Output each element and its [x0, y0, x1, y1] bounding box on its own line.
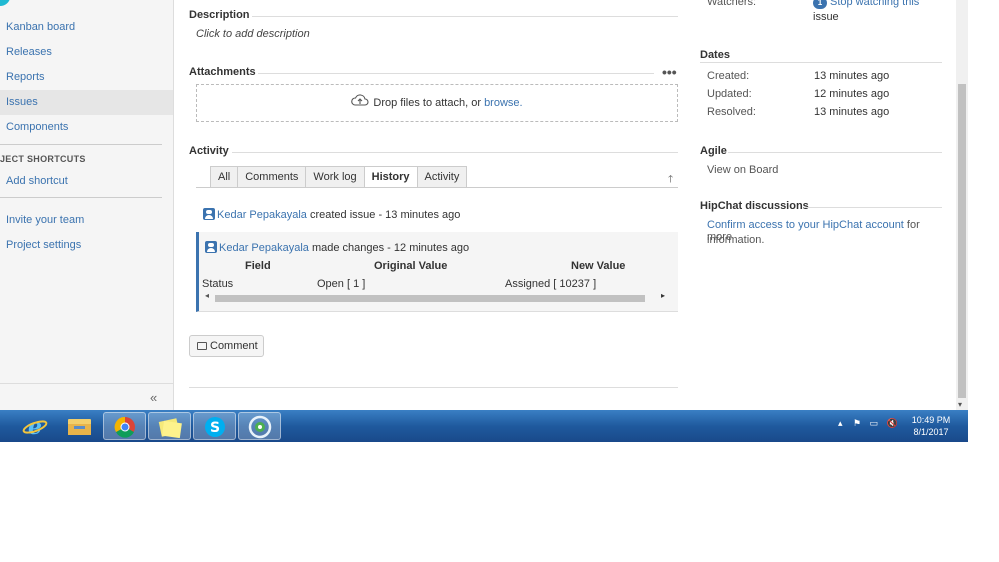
watchers-count-badge[interactable]: 1: [813, 0, 827, 9]
history-entry-header: Kedar Pepakayala made changes - 12 minut…: [205, 241, 469, 254]
system-tray: ▴ ⚑ ▭ 🔇: [838, 418, 898, 429]
scroll-left-icon[interactable]: ◂: [205, 291, 209, 300]
invite-team-link[interactable]: Invite your team: [0, 208, 173, 233]
watchers-label: Watchers:: [707, 0, 757, 8]
project-settings-link[interactable]: Project settings: [0, 233, 173, 258]
attachment-dropzone[interactable]: Drop files to attach, or browse.: [196, 84, 678, 122]
start-button[interactable]: [0, 412, 2, 440]
browse-link[interactable]: browse.: [484, 97, 523, 109]
horizontal-scrollbar[interactable]: ◂ ▸: [205, 291, 671, 304]
dates-heading: Dates: [700, 49, 730, 61]
user-link[interactable]: Kedar Pepakayala: [217, 209, 307, 221]
user-avatar-icon: [203, 208, 215, 220]
resolved-label: Resolved:: [707, 106, 756, 118]
tabs-baseline: [196, 187, 678, 188]
section-rule: [232, 152, 678, 153]
tab-comments[interactable]: Comments: [237, 166, 306, 188]
sidebar-item-components[interactable]: Components: [0, 115, 173, 140]
add-shortcut-link[interactable]: Add shortcut: [0, 169, 173, 194]
section-rule: [804, 207, 942, 208]
sidebar-item-reports[interactable]: Reports: [0, 65, 173, 90]
sidebar-item-kanban-board[interactable]: Kanban board: [0, 15, 173, 40]
windows-taskbar: e S ▴ ⚑ ▭ 🔇 10:49 PM 8/1/2017: [0, 410, 968, 442]
agile-heading: Agile: [700, 145, 727, 157]
activity-action-text: created issue - 13 minutes ago: [306, 209, 461, 221]
project-sidebar: Kanban board Releases Reports Issues Com…: [0, 0, 174, 410]
clock-date: 8/1/2017: [913, 427, 949, 437]
column-header-original-value: Original Value: [374, 260, 448, 272]
cloud-upload-icon: [351, 85, 369, 121]
tab-all[interactable]: All: [210, 166, 238, 188]
scroll-right-icon[interactable]: ▸: [661, 291, 665, 300]
chrome-icon[interactable]: [103, 412, 146, 440]
project-shortcuts-heading: JECT SHORTCUTS: [0, 154, 86, 164]
internet-explorer-icon[interactable]: e: [14, 412, 57, 440]
network-icon[interactable]: ▭: [870, 418, 879, 428]
dropzone-text: Drop files to attach, or: [373, 97, 485, 109]
network-app-icon[interactable]: [238, 412, 281, 440]
sidebar-divider: [0, 197, 162, 198]
sort-order-icon[interactable]: 🡑: [668, 172, 673, 189]
created-value: 13 minutes ago: [814, 70, 890, 82]
section-rule: [252, 16, 678, 17]
sidebar-divider: [0, 144, 162, 145]
tab-history[interactable]: History: [363, 166, 417, 188]
description-heading: Description: [189, 9, 250, 21]
cell-new-value: Assigned [ 10237 ]: [505, 278, 597, 290]
scroll-down-icon[interactable]: ▾: [958, 400, 962, 409]
comment-button[interactable]: Comment: [189, 335, 264, 357]
page-scrollbar[interactable]: ▾: [956, 0, 968, 410]
section-rule: [728, 152, 942, 153]
activity-action-text: made changes - 12 minutes ago: [308, 242, 470, 254]
svg-text:e: e: [28, 414, 42, 440]
comment-button-label: Comment: [210, 340, 258, 352]
section-rule: [258, 73, 654, 74]
hipchat-confirm-link[interactable]: Confirm access to your HipChat account: [707, 219, 904, 231]
activity-heading: Activity: [189, 145, 229, 157]
hipchat-text-cont: information.: [707, 234, 765, 246]
watchers-value: 1 Stop watching this: [813, 0, 919, 9]
tab-activity[interactable]: Activity: [416, 166, 468, 188]
view-on-board-link[interactable]: View on Board: [707, 164, 778, 176]
section-rule: [700, 62, 942, 63]
taskbar-clock[interactable]: 10:49 PM 8/1/2017: [906, 414, 956, 438]
attachments-options-icon[interactable]: •••: [662, 64, 677, 80]
action-center-flag-icon[interactable]: ⚑: [853, 418, 861, 428]
activity-tabs: All Comments Work log History Activity: [210, 166, 468, 188]
created-label: Created:: [707, 70, 750, 82]
history-entry: Kedar Pepakayala made changes - 12 minut…: [196, 232, 678, 312]
column-header-new-value: New Value: [571, 260, 626, 272]
footer-rule: [189, 387, 678, 388]
scrollbar-thumb[interactable]: [215, 295, 645, 302]
resolved-value: 13 minutes ago: [814, 106, 890, 118]
volume-muted-icon[interactable]: 🔇: [887, 418, 898, 428]
updated-value: 12 minutes ago: [814, 88, 890, 100]
file-explorer-icon[interactable]: [58, 412, 101, 440]
sidebar-footer-divider: [0, 383, 173, 384]
user-avatar-icon: [205, 241, 217, 253]
tab-work-log[interactable]: Work log: [305, 166, 364, 188]
skype-icon[interactable]: S: [193, 412, 236, 440]
project-avatar[interactable]: [0, 0, 10, 6]
updated-label: Updated:: [707, 88, 752, 100]
show-hidden-icons[interactable]: ▴: [838, 418, 843, 428]
stop-watching-link[interactable]: Stop watching this: [830, 0, 919, 8]
stop-watching-link-cont[interactable]: issue: [813, 11, 839, 23]
cell-field: Status: [202, 278, 234, 290]
sticky-notes-icon[interactable]: [148, 412, 191, 440]
activity-entry: Kedar Pepakayala created issue - 13 minu…: [203, 208, 460, 221]
column-header-field: Field: [245, 260, 271, 272]
comment-icon: [197, 342, 207, 350]
sidebar-item-issues[interactable]: Issues: [0, 90, 173, 115]
sidebar-item-releases[interactable]: Releases: [0, 40, 173, 65]
user-link[interactable]: Kedar Pepakayala: [219, 242, 309, 254]
attachments-heading: Attachments: [189, 66, 256, 78]
page-scrollbar-thumb[interactable]: [958, 84, 966, 398]
description-field[interactable]: Click to add description: [196, 28, 310, 40]
collapse-sidebar-icon[interactable]: «: [150, 390, 157, 405]
clock-time: 10:49 PM: [911, 415, 951, 425]
hipchat-heading: HipChat discussions: [700, 200, 809, 212]
svg-text:S: S: [210, 420, 220, 436]
cell-original-value: Open [ 1 ]: [317, 278, 366, 290]
